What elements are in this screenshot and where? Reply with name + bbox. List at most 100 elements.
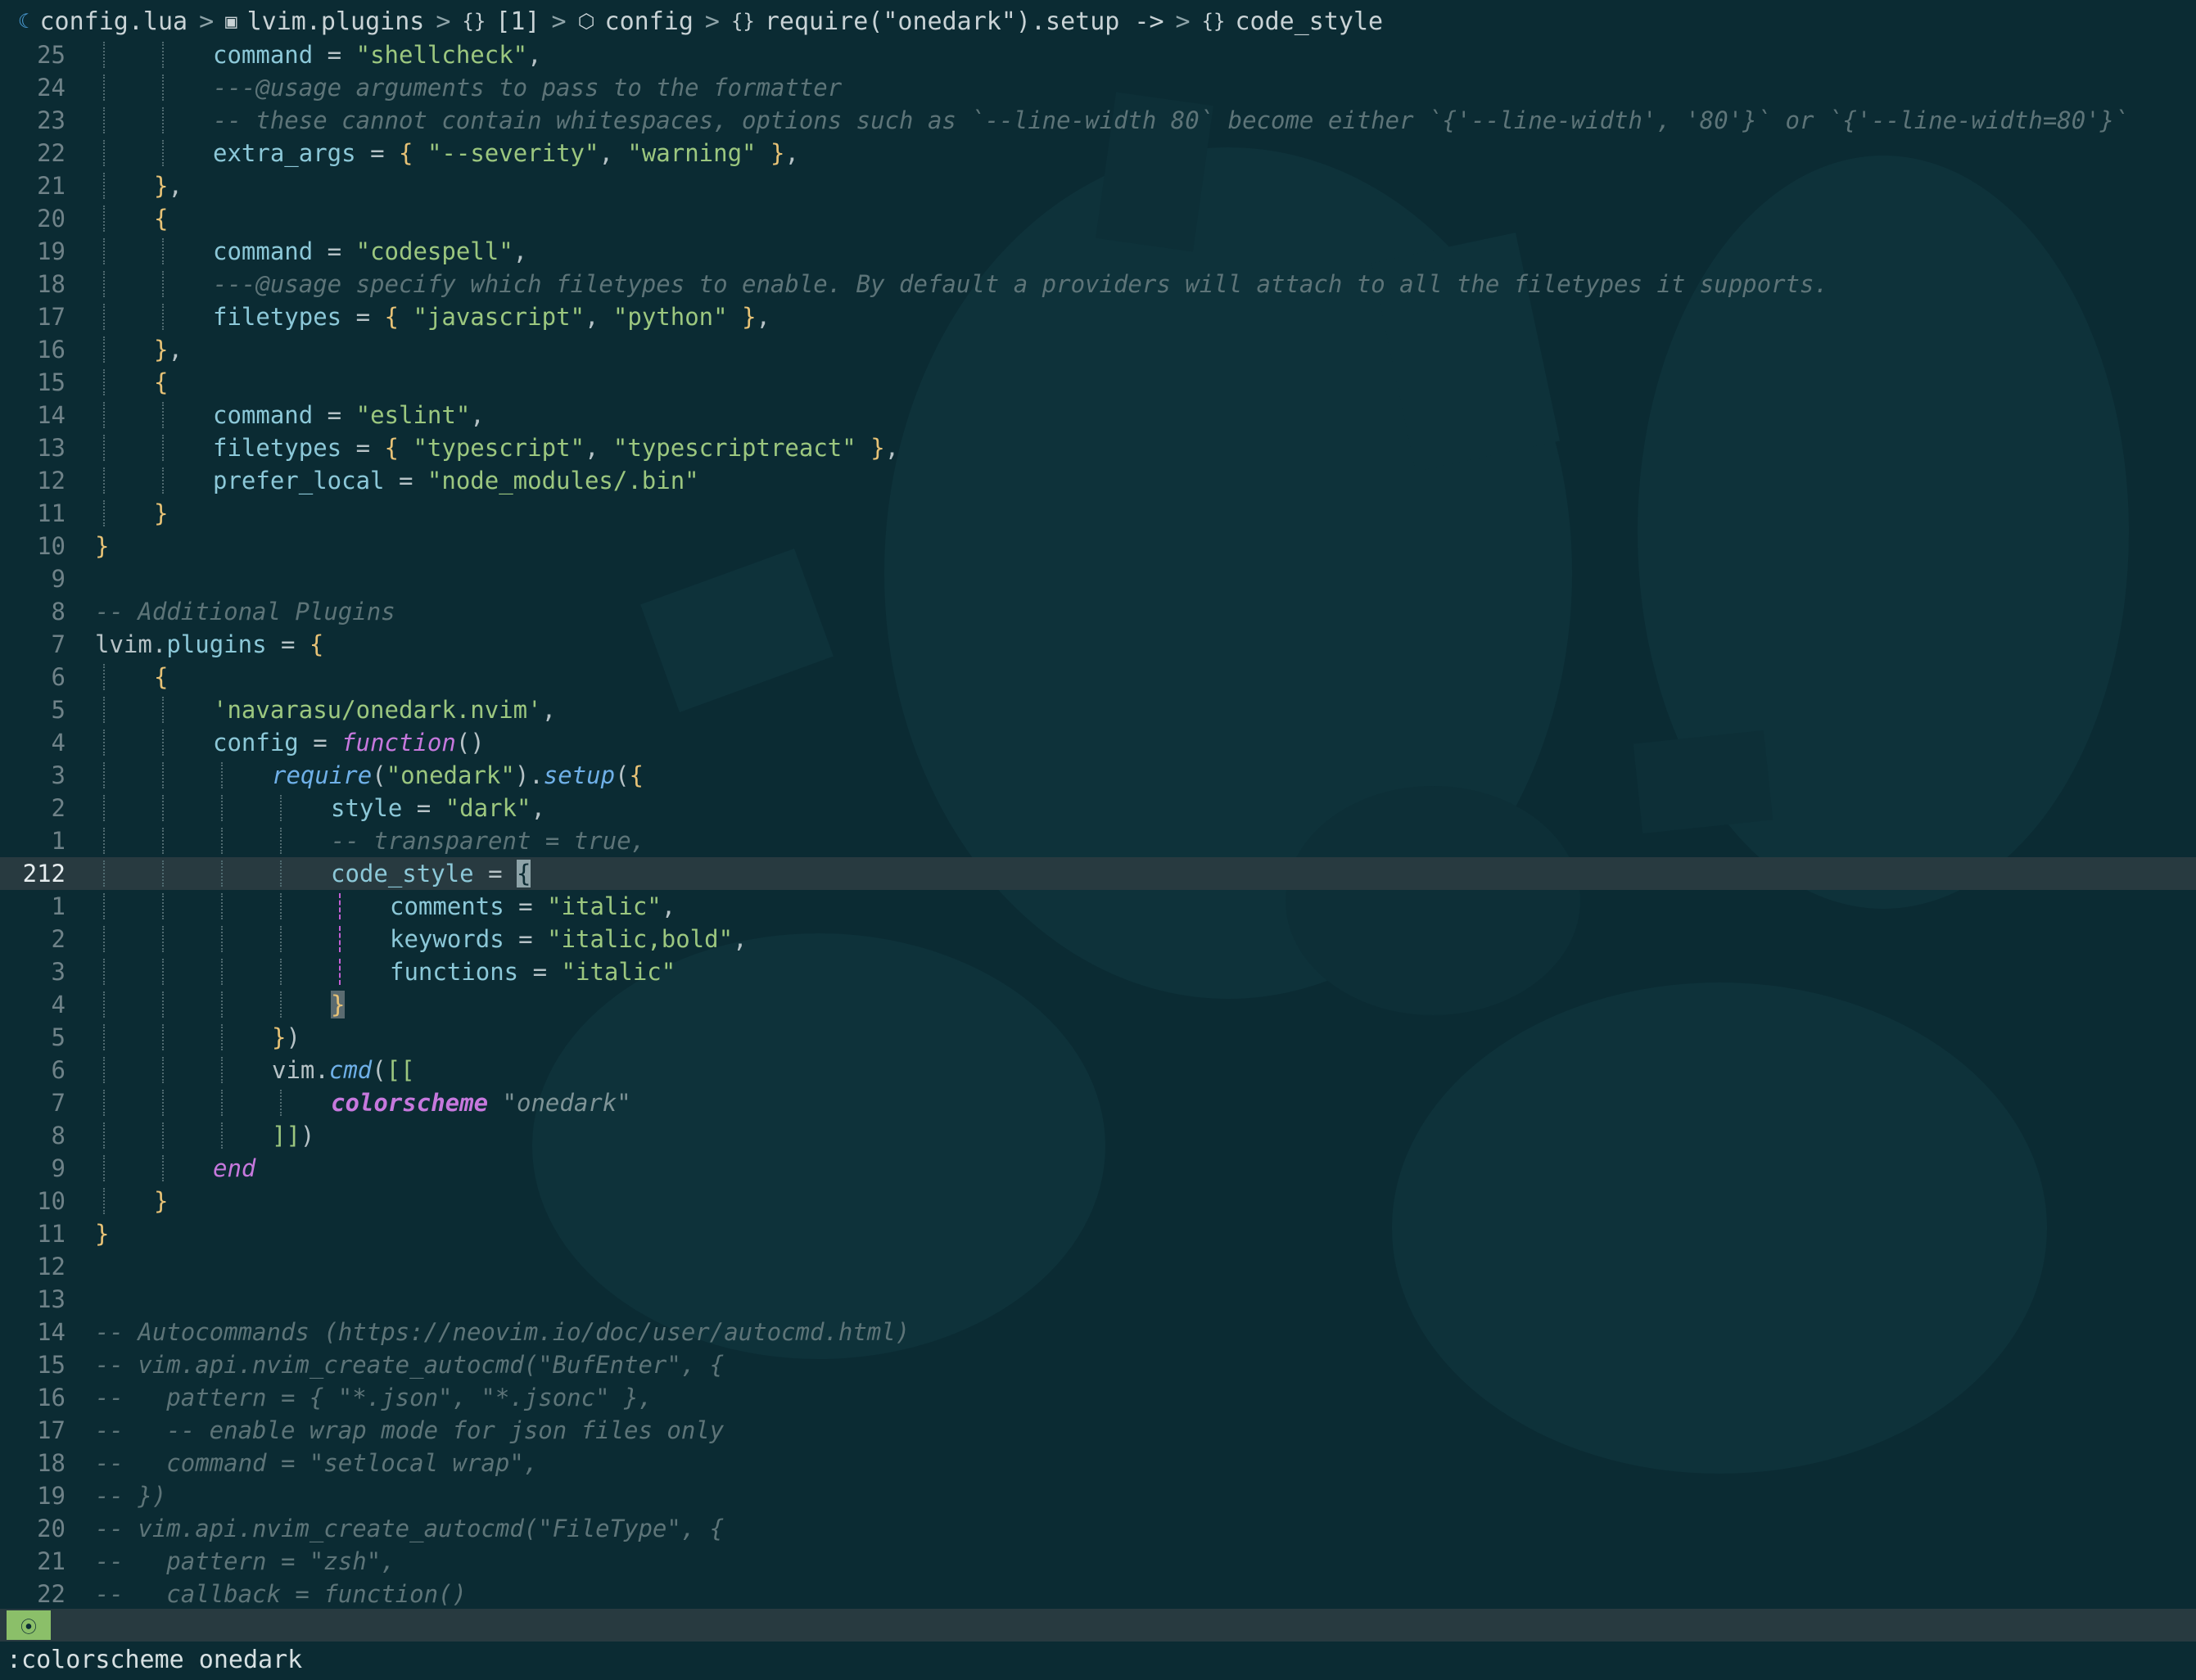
code-line[interactable]: 4}	[0, 988, 2196, 1021]
code-token: =	[504, 892, 548, 920]
code-line[interactable]: 20 {	[0, 202, 2196, 235]
code-token: (	[615, 761, 630, 789]
code-line[interactable]: 20 -- vim.api.nvim_create_autocmd("FileTy…	[0, 1512, 2196, 1545]
code-line[interactable]: 2 keywords = "italic,bold",	[0, 923, 2196, 955]
code-line[interactable]: 3 functions = "italic"	[0, 955, 2196, 988]
code-line[interactable]: 17 -- -- enable wrap mode for json files …	[0, 1414, 2196, 1447]
code-token: plugins	[166, 630, 267, 658]
code-line[interactable]: 16 -- pattern = { "*.json", "*.jsonc" },	[0, 1381, 2196, 1414]
code-line[interactable]: 1 -- transparent = true,	[0, 824, 2196, 857]
code-line[interactable]: 14 command = "eslint",	[0, 399, 2196, 431]
code-line[interactable]: 8 -- Additional Plugins	[0, 595, 2196, 628]
code-line[interactable]: 10}	[0, 530, 2196, 562]
code-line[interactable]: 4 config = function()	[0, 726, 2196, 759]
code-line[interactable]: 19 -- })	[0, 1479, 2196, 1512]
line-number: 19	[37, 1482, 66, 1510]
code-line[interactable]: 23 -- these cannot contain whitespaces, o…	[0, 104, 2196, 137]
code-line[interactable]: 18 ---@usage specify which filetypes to e…	[0, 268, 2196, 300]
line-number: 16	[37, 1384, 66, 1411]
code-line[interactable]: 18 -- command = "setlocal wrap",	[0, 1447, 2196, 1479]
code-token: comments	[390, 892, 504, 920]
code-line[interactable]: 9 end	[0, 1152, 2196, 1185]
line-code: filetypes = { "typescript", "typescriptr…	[80, 431, 2196, 464]
code-token: ,	[733, 925, 748, 953]
line-number: 9	[51, 565, 66, 593]
code-line[interactable]: 25 command = "shellcheck",	[0, 38, 2196, 71]
code-line[interactable]: 17 filetypes = { "javascript", "python" }…	[0, 300, 2196, 333]
code-line[interactable]: 1 comments = "italic",	[0, 890, 2196, 923]
line-code: -- Additional Plugins	[80, 595, 2196, 628]
breadcrumb-item[interactable]: ⬡ config	[578, 7, 694, 36]
code-line[interactable]: 5})	[0, 1021, 2196, 1054]
code-line[interactable]: 11}	[0, 1217, 2196, 1250]
line-code: code_style = {	[80, 857, 2196, 890]
code-line[interactable]: 22 extra_args = { "--severity", "warning"…	[0, 137, 2196, 169]
code-token: -- vim.api.nvim_create_autocmd("BufEnter…	[95, 1351, 725, 1379]
indent-guide	[103, 1188, 105, 1214]
code-line[interactable]: 6 vim.cmd([[	[0, 1054, 2196, 1086]
breadcrumb-item[interactable]: ☾ config.lua	[18, 7, 188, 36]
code-token: keywords	[390, 925, 504, 953]
code-token: ,	[884, 434, 900, 462]
code-token: }	[154, 336, 169, 364]
line-code: functions = "italic"	[80, 955, 2196, 988]
indent-guide	[221, 1024, 223, 1050]
code-editor[interactable]: 25 command = "shellcheck", 24 ---@usage arg…	[0, 38, 2196, 1610]
indent-guide	[280, 926, 282, 952]
indent-guide	[162, 893, 164, 919]
breadcrumb-item[interactable]: {} require("onedark").setup ->	[731, 7, 1164, 36]
code-token: ,	[513, 237, 528, 265]
code-line[interactable]: 12 prefer_local = "node_modules/.bin"	[0, 464, 2196, 497]
code-token: colorscheme	[331, 1089, 489, 1117]
breadcrumb-item[interactable]: {} code_style	[1202, 7, 1384, 36]
line-number: 20	[37, 205, 66, 233]
indent-guide	[162, 1024, 164, 1050]
line-number: 1	[51, 892, 66, 920]
code-line[interactable]: 11}	[0, 497, 2196, 530]
indent-guide	[103, 467, 105, 494]
code-token: {	[154, 663, 169, 691]
code-line[interactable]: 24 ---@usage arguments to pass to the for…	[0, 71, 2196, 104]
indent-guide	[103, 42, 105, 68]
lsp-status-icon: ⦿	[7, 1610, 51, 1640]
code-line[interactable]: 6{	[0, 661, 2196, 693]
indent-guide	[162, 860, 164, 887]
code-line[interactable]: 16},	[0, 333, 2196, 366]
code-token: =	[341, 303, 385, 331]
code-token: (	[372, 1056, 386, 1084]
code-line[interactable]: 13 filetypes = { "typescript", "typescrip…	[0, 431, 2196, 464]
code-line[interactable]: 7 lvim.plugins = {	[0, 628, 2196, 661]
code-token: ---@usage specify which filetypes to ena…	[213, 270, 1828, 298]
code-line[interactable]: 3 require("onedark").setup({	[0, 759, 2196, 792]
breadcrumb-winbar: ☾ config.lua > ▣ lvim.plugins > {} [1] > ⬡ config >…	[0, 0, 2196, 43]
indent-guide	[162, 402, 164, 428]
command-line[interactable]: :colorscheme onedark	[7, 1644, 302, 1677]
code-line[interactable]: 5 'navarasu/onedark.nvim',	[0, 693, 2196, 726]
indent-guide	[103, 1122, 105, 1149]
code-line[interactable]: 21 -- pattern = "zsh",	[0, 1545, 2196, 1578]
code-line[interactable]: 15 -- vim.api.nvim_create_autocmd("BufEnt…	[0, 1348, 2196, 1381]
indent-guide	[103, 664, 105, 690]
code-line[interactable]: 9	[0, 562, 2196, 595]
line-code: -- transparent = true,	[80, 824, 2196, 857]
code-line[interactable]: 12	[0, 1250, 2196, 1283]
line-code: }	[80, 530, 2196, 562]
code-line[interactable]: 2 style = "dark",	[0, 792, 2196, 824]
breadcrumb-item[interactable]: {} [1]	[462, 7, 540, 36]
code-line[interactable]: 22 -- callback = function()	[0, 1578, 2196, 1610]
code-line[interactable]: 15 {	[0, 366, 2196, 399]
code-line[interactable]: 13	[0, 1283, 2196, 1316]
code-line[interactable]: 19 command = "codespell",	[0, 235, 2196, 268]
breadcrumb-item[interactable]: ▣ lvim.plugins	[225, 7, 424, 36]
code-line[interactable]: 8]])	[0, 1119, 2196, 1152]
code-line[interactable]: 10}	[0, 1185, 2196, 1217]
code-line[interactable]: 14 -- Autocommands (https://neovim.io/doc…	[0, 1316, 2196, 1348]
code-line[interactable]: 7 colorscheme "onedark"	[0, 1086, 2196, 1119]
cursor-line[interactable]: 212 code_style = {	[0, 857, 2196, 890]
indent-guide	[221, 828, 223, 854]
code-line[interactable]: 21},	[0, 169, 2196, 202]
